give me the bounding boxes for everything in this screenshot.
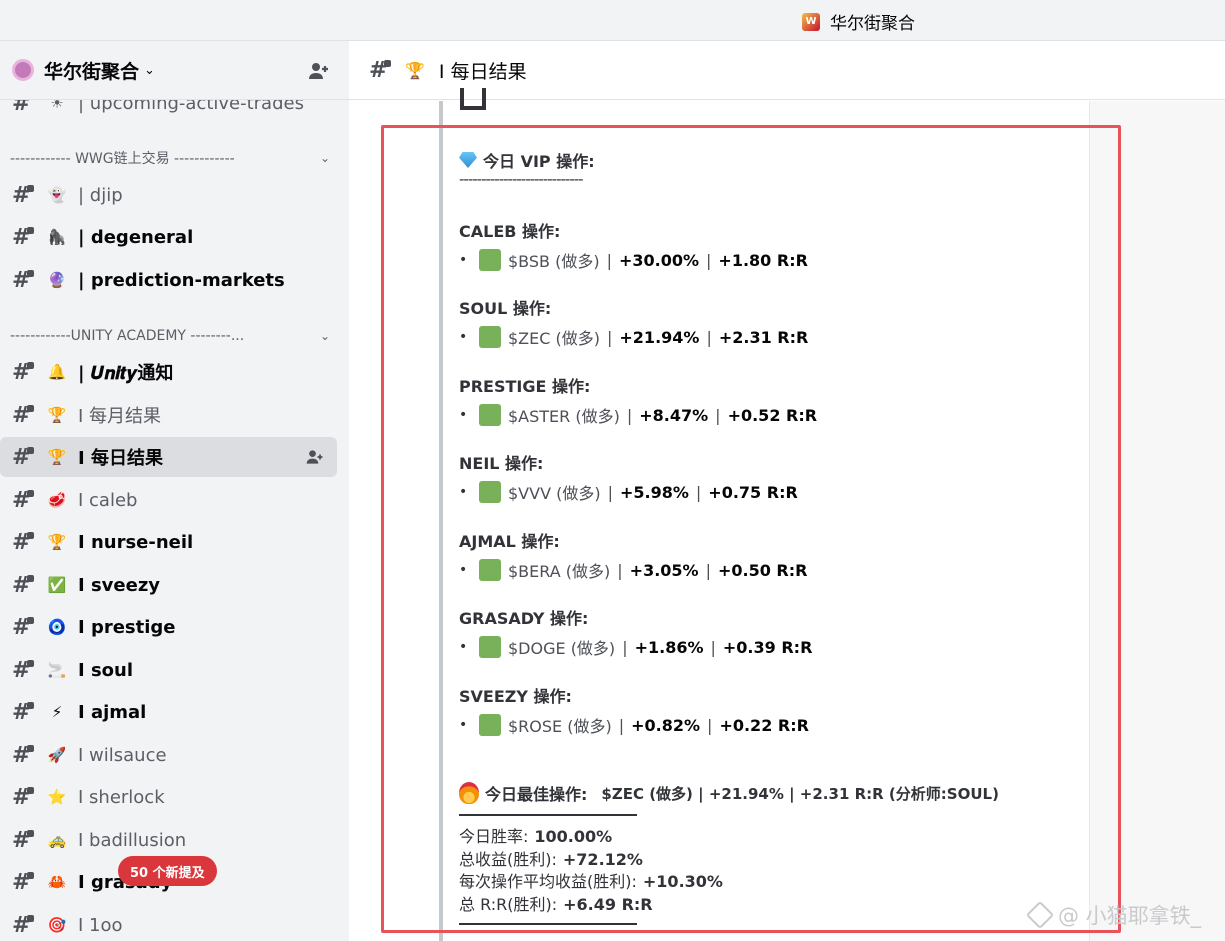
- watermark-text: @ 小猫耶拿铁_: [1058, 904, 1202, 928]
- app-title: W 华尔街聚合: [802, 9, 915, 34]
- channel-label: I nurse-neil: [78, 531, 194, 553]
- hash-icon: #: [12, 268, 38, 293]
- server-header[interactable]: 华尔街聚合 ⌄: [0, 41, 349, 100]
- chevron-down-icon: ⌄: [319, 151, 330, 165]
- cigarette-icon: 🚬: [47, 661, 67, 679]
- trophy-icon: 🏆: [47, 533, 67, 551]
- hash-icon: #: [12, 658, 38, 683]
- hash-icon: #: [12, 913, 38, 938]
- channel-label: | prediction-markets: [78, 269, 285, 291]
- check-icon: ✅: [47, 576, 67, 594]
- hash-icon: #: [12, 403, 38, 428]
- channel-1oo[interactable]: # 🎯 I 1oo: [0, 905, 337, 941]
- channel-label: I wilsauce: [78, 744, 167, 766]
- bell-icon: 🔔: [47, 363, 67, 381]
- channel-degeneral[interactable]: # 🦍 | degeneral: [0, 217, 337, 257]
- channel-label: I caleb: [78, 489, 138, 511]
- target-icon: 🎯: [47, 916, 67, 934]
- hash-icon: #: [12, 700, 38, 725]
- hash-icon: #: [12, 183, 38, 208]
- hamsa-icon: 🧿: [47, 618, 67, 636]
- star-icon: ⭐: [47, 788, 67, 806]
- channel-daily-results[interactable]: # 🏆 I 每日结果: [0, 437, 337, 477]
- channel-label: I badillusion: [78, 829, 187, 851]
- channel-label: I 每日结果: [78, 448, 163, 469]
- meat-icon: 🥩: [47, 491, 67, 509]
- trophy-icon: 🏆: [47, 406, 67, 424]
- crystal-ball-icon: 🔮: [47, 271, 67, 289]
- taxi-icon: 🚕: [47, 831, 67, 849]
- window-titlebar: W 华尔街聚合: [0, 0, 1225, 41]
- trophy-icon: 🏆: [47, 448, 67, 466]
- category-label: ------------UNITY ACADEMY --------...: [10, 328, 245, 344]
- channel-label: | 𝑼𝒏𝒊𝒕𝒚通知: [78, 363, 174, 384]
- previous-content-fragment: [460, 88, 486, 110]
- channel-badillusion[interactable]: # 🚕 I badillusion: [0, 820, 337, 860]
- new-mentions-button[interactable]: 50 个新提及: [118, 856, 217, 886]
- hash-icon: #: [12, 828, 38, 853]
- channel-label: | djip: [78, 184, 123, 206]
- hash-icon: #: [369, 58, 399, 83]
- chevron-down-icon: ⌄: [144, 62, 155, 78]
- create-invite-icon[interactable]: [305, 447, 325, 467]
- channel-unity-notice[interactable]: # 🔔 | 𝑼𝒏𝒊𝒕𝒚通知: [0, 352, 337, 392]
- watermark: @ 小猫耶拿铁_: [1025, 900, 1202, 930]
- channel-monthly-results[interactable]: # 🏆 I 每月结果: [0, 395, 337, 435]
- add-member-icon[interactable]: [307, 59, 331, 83]
- app-logo-icon: W: [802, 12, 820, 31]
- channel-ajmal[interactable]: # ⚡ I ajmal: [0, 692, 337, 732]
- category-label: ------------ WWG链上交易 ------------: [10, 151, 235, 167]
- channel-label: I prestige: [78, 616, 176, 638]
- trophy-icon: 🏆: [405, 60, 425, 80]
- hash-icon: #: [12, 360, 38, 385]
- hash-icon: #: [12, 573, 38, 598]
- category-unity-academy[interactable]: ------------UNITY ACADEMY --------... ⌄: [10, 325, 330, 347]
- channel-label: I 每月结果: [78, 406, 162, 427]
- server-name: 华尔街聚合: [44, 60, 140, 83]
- gorilla-icon: 🦍: [47, 228, 67, 246]
- channel-nurse-neil[interactable]: # 🏆 I nurse-neil: [0, 522, 337, 562]
- hash-icon: #: [12, 530, 38, 555]
- highlight-box: [381, 125, 1121, 933]
- hash-icon: #: [12, 445, 38, 470]
- channel-label: I sherlock: [78, 786, 165, 808]
- channel-soul[interactable]: # 🚬 I soul: [0, 650, 337, 690]
- hash-icon: #: [12, 225, 38, 250]
- rocket-icon: 🚀: [47, 746, 67, 764]
- channel-sveezy[interactable]: # ✅ I sveezy: [0, 565, 337, 605]
- channel-label: I ajmal: [78, 701, 147, 723]
- channel-caleb[interactable]: # 🥩 I caleb: [0, 480, 337, 520]
- category-wwg[interactable]: ------------ WWG链上交易 ------------ ⌄: [10, 147, 330, 169]
- chevron-down-icon: ⌄: [319, 329, 330, 343]
- channel-prestige[interactable]: # 🧿 I prestige: [0, 607, 337, 647]
- hash-icon: #: [12, 870, 38, 895]
- crab-icon: 🦀: [47, 873, 67, 891]
- hash-icon: #: [12, 488, 38, 513]
- channel-label: | degeneral: [78, 226, 194, 248]
- channel-sidebar: 华尔街聚合 ⌄ # ☀ | upcoming-active-trades ---…: [0, 41, 349, 941]
- channel-label: I sveezy: [78, 574, 161, 596]
- hash-icon: #: [12, 785, 38, 810]
- ghost-icon: 👻: [47, 186, 67, 204]
- channel-djip[interactable]: # 👻 | djip: [0, 175, 337, 215]
- lightning-icon: ⚡: [51, 703, 63, 721]
- hash-icon: #: [12, 743, 38, 768]
- channel-sherlock[interactable]: # ⭐ I sherlock: [0, 777, 337, 817]
- channel-label: I soul: [78, 659, 134, 681]
- channel-prediction-markets[interactable]: # 🔮 | prediction-markets: [0, 260, 337, 300]
- watermark-logo-icon: [1025, 900, 1055, 930]
- server-icon: [12, 59, 34, 81]
- channel-wilsauce[interactable]: # 🚀 I wilsauce: [0, 735, 337, 775]
- channel-title: I 每日结果: [438, 60, 527, 83]
- channel-label: I 1oo: [78, 914, 123, 936]
- app-title-text: 华尔街聚合: [830, 14, 915, 34]
- hash-icon: #: [12, 615, 38, 640]
